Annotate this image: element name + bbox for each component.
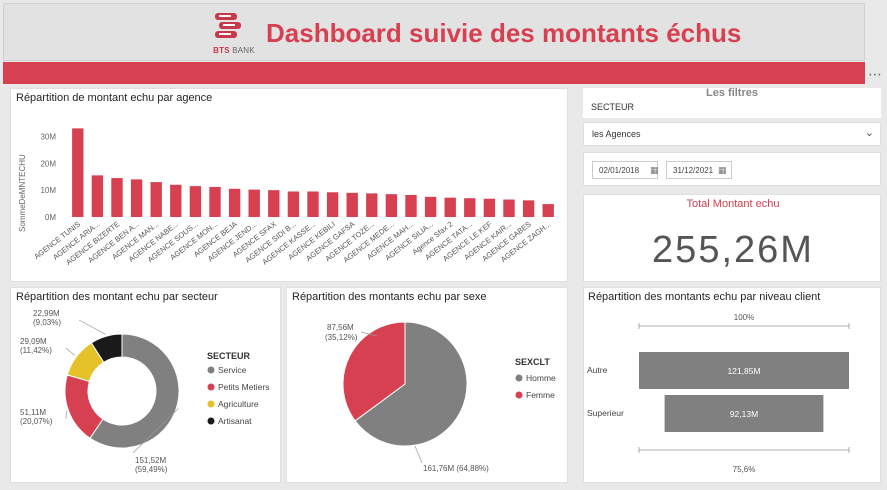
bar[interactable] (424, 196, 437, 217)
bar[interactable] (483, 198, 496, 217)
date-slicer: 02/01/2018 ▦ 31/12/2021 ▦ (583, 152, 881, 186)
funnel-scale-line (638, 323, 850, 329)
bar[interactable] (72, 128, 84, 217)
secteur-slicer[interactable]: SECTEUR (591, 102, 634, 112)
y-tick-label: 10M (40, 186, 56, 195)
header: BTS BANK Dashboard suivie des montants é… (3, 3, 865, 61)
date-from-input[interactable]: 02/01/2018 (592, 161, 658, 179)
bar[interactable] (366, 193, 378, 217)
bar[interactable] (189, 186, 202, 217)
funnel-value-label: 121,85M (727, 366, 760, 376)
funnel-bottom-pct: 75,6% (733, 465, 756, 474)
slice-pct-label: (59,49%) (135, 465, 168, 474)
slice-pct-label: (35,12%) (325, 333, 358, 342)
slice-value-label: 87,56M (327, 323, 354, 332)
bar[interactable] (464, 198, 476, 217)
agences-dropdown[interactable]: les Agences ⌄ (583, 122, 881, 146)
filters-panel: Les filtres SECTEUR (583, 87, 881, 118)
secteur-chart-panel: Répartition des montant echu par secteur… (10, 287, 281, 483)
niveau-chart-panel: Répartition des montants echu par niveau… (583, 287, 881, 483)
bar[interactable] (268, 190, 280, 217)
legend-marker (207, 400, 215, 408)
bar[interactable] (287, 191, 300, 217)
y-tick-label: 20M (40, 159, 56, 168)
agence-chart-panel: Répartition de montant echu par agence S… (10, 88, 568, 282)
bar[interactable] (170, 184, 182, 217)
leader-line (78, 319, 106, 335)
chevron-down-icon: ⌄ (864, 127, 874, 139)
legend-item[interactable]: Petits Metiers (218, 382, 270, 392)
bar[interactable] (209, 186, 221, 217)
bar[interactable] (307, 191, 319, 217)
leader-line (414, 445, 423, 464)
page-title: Dashboard suivie des montants échus (266, 18, 742, 48)
legend-item[interactable]: Homme (526, 373, 556, 383)
legend-item[interactable]: Artisanat (218, 416, 252, 426)
legend-marker (207, 366, 215, 374)
legend-item[interactable]: Femme (526, 390, 555, 400)
bar[interactable] (150, 182, 162, 217)
funnel-value-label: 92,13M (730, 409, 758, 419)
funnel-scale-line (638, 447, 850, 453)
y-tick-label: 30M (40, 132, 56, 141)
accent-bar (3, 62, 865, 84)
logo-text: BTS BANK (213, 46, 255, 55)
bar[interactable] (248, 189, 260, 217)
slice-value-label: 29,09M (20, 337, 47, 346)
more-options-icon[interactable]: ⋯ (868, 66, 883, 83)
bar[interactable] (346, 192, 358, 217)
bar[interactable] (522, 200, 535, 217)
sexe-chart-panel: Répartition des montants echu par sexe 1… (286, 287, 568, 483)
calendar-icon[interactable]: ▦ (650, 165, 659, 176)
slice-pct-label: (9,03%) (33, 318, 61, 327)
leader-line (65, 347, 76, 356)
agence-bar-chart: SommeDeMNTECHU 0M10M20M30MAGENCE TUNISAG… (18, 128, 554, 267)
legend-marker (207, 383, 215, 391)
bar[interactable] (444, 197, 456, 217)
calendar-icon[interactable]: ▦ (718, 165, 727, 176)
sexe-chart-title: Répartition des montants echu par sexe (292, 291, 487, 303)
bar[interactable] (542, 204, 554, 217)
bts-bank-logo: BTS BANK (204, 12, 264, 60)
slice-value-label: 151,52M (135, 456, 166, 465)
bts-logo-icon (215, 13, 241, 38)
legend-title: SECTEUR (207, 351, 251, 361)
bar[interactable] (130, 179, 143, 217)
slice-value-label: 51,11M (20, 408, 46, 417)
secteur-donut-chart: 151,52M(59,49%) 51,11M(20,07%) 29,09M(11,4… (20, 309, 270, 474)
legend-item[interactable]: Service (218, 365, 247, 375)
bar[interactable] (405, 194, 417, 217)
slice-value-label: 22,99M (33, 309, 60, 318)
slice-pct-label: (20,07%) (20, 417, 53, 426)
legend-marker (515, 391, 523, 399)
kpi-value: 255,26M (652, 229, 814, 271)
legend-marker (207, 417, 215, 425)
agences-label: les Agences (592, 129, 641, 139)
bar[interactable] (326, 192, 339, 217)
slice-pct-label: (11,42%) (20, 346, 52, 355)
slice-value-label: 161,76M (64,88%) (423, 464, 489, 473)
bar[interactable] (385, 194, 398, 217)
funnel-category-label: Autre (587, 365, 608, 375)
secteur-chart-title: Répartition des montant echu par secteur (16, 291, 218, 303)
bar[interactable] (228, 188, 241, 217)
kpi-title: Total Montant echu (686, 198, 780, 210)
funnel-category-label: Superieur (587, 408, 624, 418)
niveau-chart-title: Répartition des montants echu par niveau… (588, 291, 821, 303)
bar[interactable] (111, 178, 123, 217)
legend-marker (515, 374, 523, 382)
niveau-funnel-chart: 100% 121,85M Autre 92,13M Superieur 75,6% (587, 313, 850, 474)
y-axis-label: SommeDeMNTECHU (18, 154, 27, 232)
filters-title: Les filtres (706, 87, 758, 99)
y-tick-label: 0M (45, 213, 56, 222)
funnel-top-pct: 100% (734, 313, 754, 322)
bar[interactable] (91, 175, 104, 217)
agence-chart-title: Répartition de montant echu par agence (16, 92, 213, 104)
bar[interactable] (503, 199, 515, 217)
legend-item[interactable]: Agriculture (218, 399, 259, 409)
legend-title: SEXCLT (515, 357, 550, 367)
sexe-pie-chart: 161,76M (64,88%) 87,56M(35,12%) SEXCLT Homm… (325, 321, 556, 473)
kpi-card: Total Montant echu 255,26M (583, 194, 881, 282)
